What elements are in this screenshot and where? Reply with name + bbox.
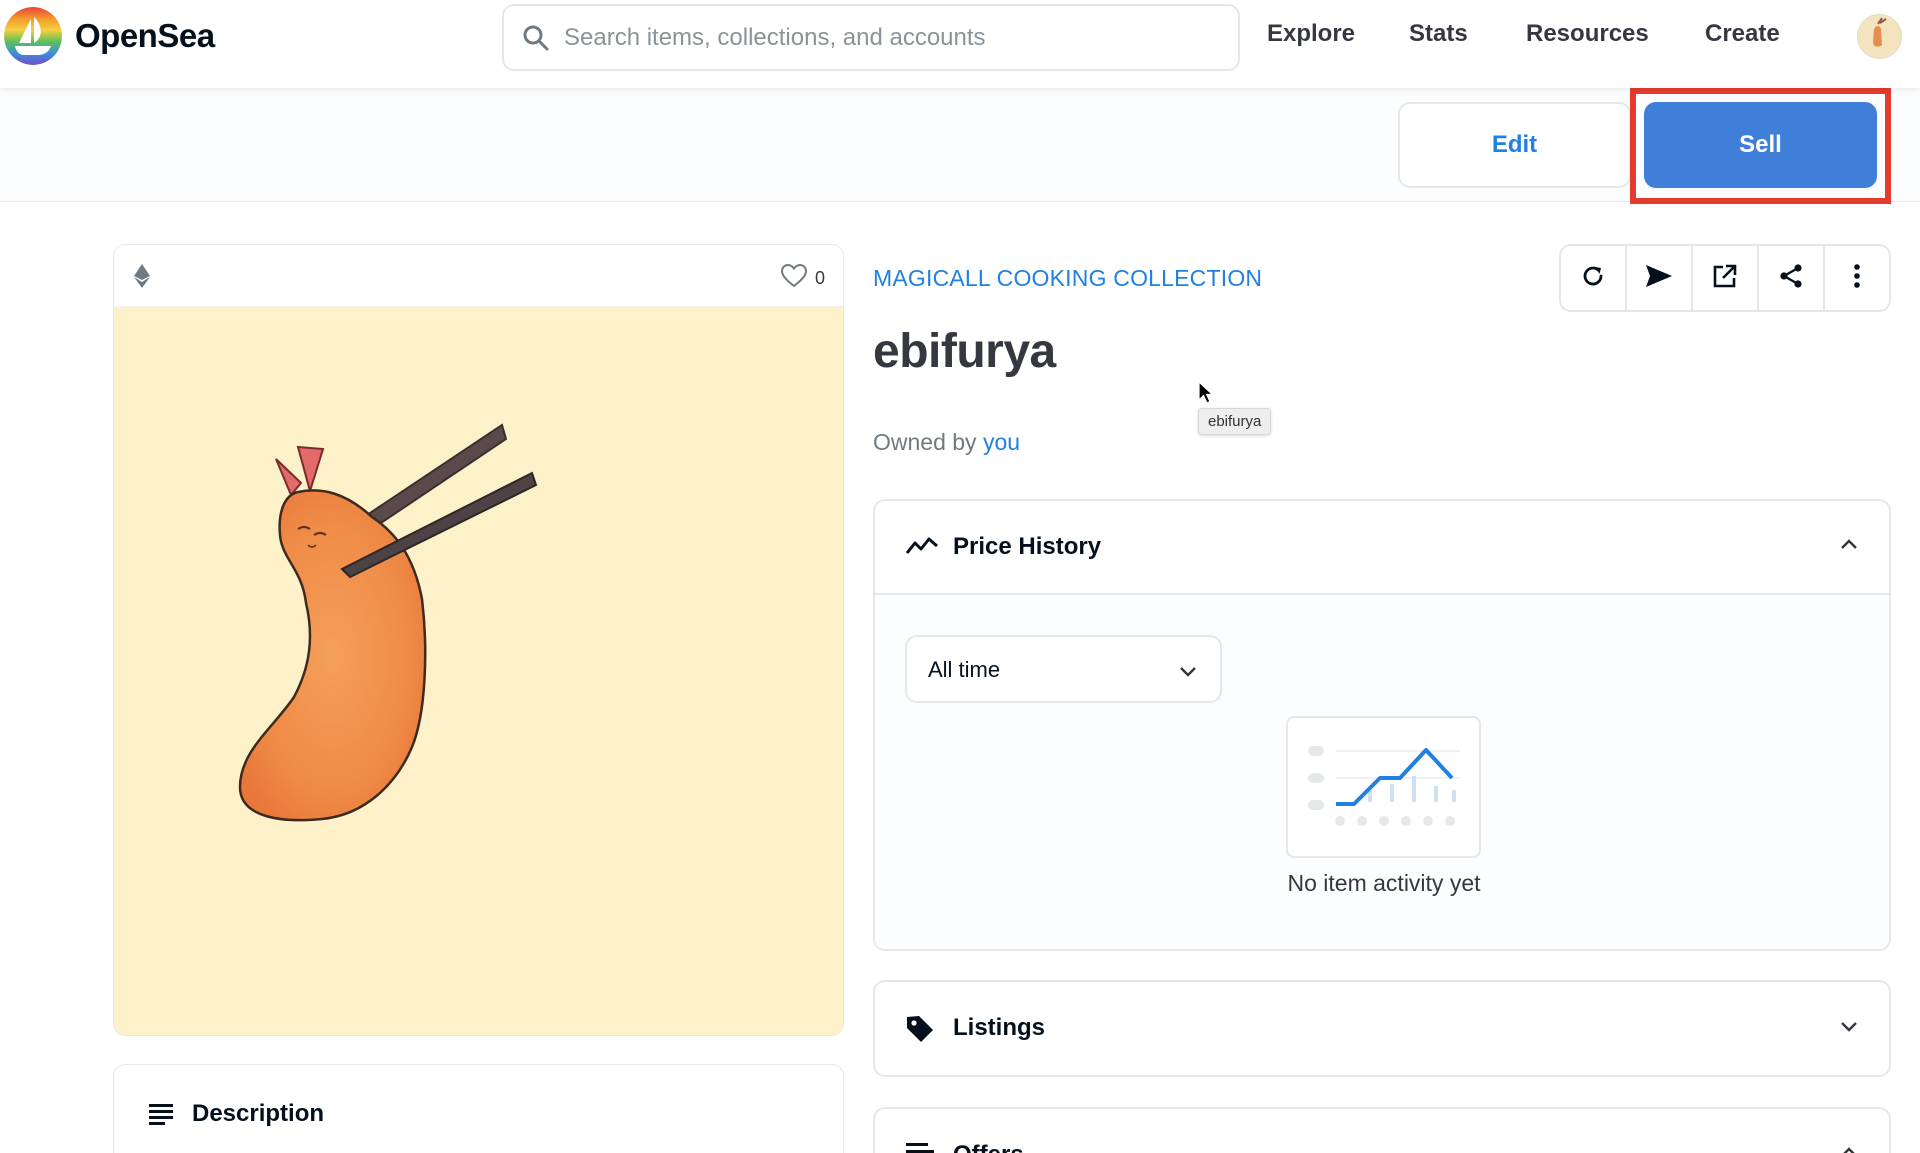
view-original-button[interactable] (1693, 246, 1759, 310)
chevron-up-icon (1839, 1143, 1859, 1153)
opensea-logo-icon[interactable] (4, 7, 62, 65)
chevron-up-icon (1839, 535, 1859, 560)
empty-chart-illustration-icon (1286, 716, 1481, 858)
collection-link[interactable]: MAGICALL COOKING COLLECTION (873, 265, 1262, 292)
transfer-button[interactable] (1627, 246, 1693, 310)
offers-panel: Offers (873, 1107, 1891, 1153)
listings-panel: Listings (873, 980, 1891, 1077)
ethereum-icon (134, 264, 150, 293)
list-icon (905, 1141, 935, 1153)
asset-media-card: 0 (113, 244, 844, 1036)
nav-explore[interactable]: Explore (1267, 20, 1355, 48)
transfer-icon (1644, 263, 1674, 294)
title-tooltip: ebifurya (1198, 408, 1272, 435)
description-icon (148, 1102, 174, 1131)
tag-icon (905, 1014, 935, 1049)
asset-toolbar (1559, 244, 1891, 312)
asset-image[interactable] (114, 307, 843, 1035)
owned-by-label: Owned by (873, 429, 977, 455)
item-title: ebifurya (873, 325, 1056, 378)
nav-create[interactable]: Create (1705, 20, 1780, 48)
offers-header[interactable]: Offers (875, 1109, 1889, 1153)
description-title: Description (192, 1100, 325, 1127)
refresh-metadata-button[interactable] (1561, 246, 1627, 310)
offers-title: Offers (953, 1141, 1024, 1153)
description-panel[interactable]: Description (113, 1064, 844, 1153)
search-input[interactable] (564, 10, 1224, 65)
price-history-title: Price History (953, 533, 1102, 560)
profile-avatar[interactable] (1857, 14, 1902, 59)
chevron-down-icon (1178, 661, 1198, 686)
refresh-icon (1580, 263, 1606, 294)
heart-icon (780, 263, 807, 293)
empty-activity-text: No item activity yet (1287, 870, 1481, 896)
mouse-cursor-icon (1198, 380, 1215, 410)
chevron-down-icon (1839, 1016, 1859, 1041)
share-icon (1778, 263, 1804, 294)
price-history-panel: Price History All time No item activity … (873, 499, 1891, 951)
search-bar[interactable] (502, 4, 1240, 71)
sell-button[interactable]: Sell (1644, 102, 1877, 188)
top-navigation: OpenSea Explore Stats Resources Create (0, 0, 1920, 88)
nav-resources[interactable]: Resources (1526, 20, 1649, 48)
time-range-value: All time (928, 657, 1001, 682)
search-icon (522, 24, 550, 57)
edit-button[interactable]: Edit (1398, 102, 1631, 188)
external-link-icon (1712, 263, 1738, 294)
price-history-body: All time No item activity yet (875, 593, 1889, 949)
nav-stats[interactable]: Stats (1409, 20, 1468, 48)
more-options-button[interactable] (1825, 246, 1889, 310)
owner-action-bar: Edit Sell (0, 88, 1920, 204)
price-history-header[interactable]: Price History (875, 501, 1889, 593)
favorite-button[interactable]: 0 (780, 263, 825, 293)
more-icon (1853, 263, 1861, 294)
owner-line: Owned by you (873, 429, 1020, 456)
listings-title: Listings (953, 1014, 1046, 1041)
owner-link[interactable]: you (983, 429, 1020, 455)
time-range-select[interactable]: All time (905, 635, 1222, 703)
media-header: 0 (114, 245, 843, 307)
share-button[interactable] (1759, 246, 1825, 310)
trend-line-icon (905, 533, 939, 562)
brand-name[interactable]: OpenSea (75, 17, 215, 55)
listings-header[interactable]: Listings (875, 982, 1889, 1074)
favorite-count: 0 (814, 268, 825, 288)
